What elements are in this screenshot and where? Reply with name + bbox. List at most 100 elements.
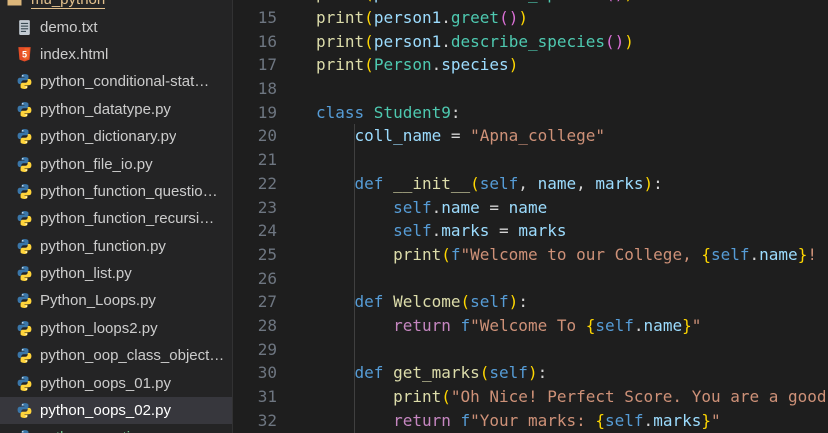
file-label: python_loops2.py bbox=[40, 319, 158, 337]
code-line-17[interactable]: 17 print(Person.species) bbox=[233, 53, 828, 77]
sidebar-item-python-oop-class-object[interactable]: python_oop_class_object… bbox=[0, 342, 232, 369]
python-icon bbox=[16, 265, 33, 282]
code-text: print(Person.species) bbox=[316, 55, 519, 75]
line-number[interactable]: 18 bbox=[233, 77, 277, 101]
sidebar-item-python-file-io-py[interactable]: python_file_io.py bbox=[0, 150, 232, 177]
line-number[interactable]: 23 bbox=[233, 196, 277, 220]
python-icon bbox=[16, 210, 33, 227]
file-label: index.html bbox=[40, 45, 109, 63]
line-number[interactable]: 30 bbox=[233, 361, 277, 385]
file-label: python_datatype.py bbox=[40, 100, 171, 118]
line-number[interactable]: 15 bbox=[233, 6, 277, 30]
line-number[interactable]: 29 bbox=[233, 338, 277, 362]
python-icon bbox=[16, 347, 33, 364]
line-number[interactable]: 16 bbox=[233, 30, 277, 54]
svg-text:5: 5 bbox=[22, 49, 27, 59]
line-number[interactable]: 19 bbox=[233, 101, 277, 125]
file-label: python_oops_02.py bbox=[40, 402, 171, 420]
code-line-21[interactable]: 21 bbox=[233, 148, 828, 172]
sidebar-item-python-function-py[interactable]: python_function.py bbox=[0, 233, 232, 260]
line-number[interactable]: 32 bbox=[233, 409, 277, 433]
code-text: self.name = name bbox=[393, 197, 548, 217]
line-number[interactable]: 17 bbox=[233, 53, 277, 77]
python-icon bbox=[16, 375, 33, 392]
file-label: python_conditional-stat… bbox=[40, 73, 210, 91]
python-icon bbox=[16, 320, 33, 337]
sidebar-item-python-loops-py[interactable]: Python_Loops.py bbox=[0, 287, 232, 314]
sidebar-item-python-function-recursi[interactable]: python_function_recursi… bbox=[0, 205, 232, 232]
code-text: def Welcome(self): bbox=[354, 292, 528, 312]
code-line-32[interactable]: 32 return f"Your marks: {self.marks}" bbox=[233, 409, 828, 433]
code-line-22[interactable]: 22 def __init__(self, name, marks): bbox=[233, 172, 828, 196]
python-icon bbox=[16, 101, 33, 118]
file-label: demo.txt bbox=[40, 18, 98, 36]
code-editor[interactable]: 14print(person1.describe_species())15pri… bbox=[233, 0, 828, 433]
python-icon bbox=[16, 156, 33, 173]
line-number[interactable]: 28 bbox=[233, 314, 277, 338]
line-number[interactable]: 22 bbox=[233, 172, 277, 196]
html5-icon: 5 bbox=[16, 46, 33, 63]
code-line-18[interactable]: 18 bbox=[233, 77, 828, 101]
python-icon bbox=[16, 238, 33, 255]
code-line-20[interactable]: 20 coll_name = "Apna_college" bbox=[233, 124, 828, 148]
file-label: python_file_io.py bbox=[40, 155, 153, 173]
python-icon bbox=[16, 402, 33, 419]
sidebar-item-python-oops-01-py[interactable]: python_oops_01.py bbox=[0, 369, 232, 396]
code-line-28[interactable]: 28 return f"Welcome To {self.name}" bbox=[233, 314, 828, 338]
code-text: class Student9: bbox=[316, 102, 461, 122]
line-number[interactable]: 25 bbox=[233, 243, 277, 267]
code-line-19[interactable]: 19 class Student9: bbox=[233, 101, 828, 125]
file-label: python_list.py bbox=[40, 265, 132, 283]
file-label: python_dictionary.py bbox=[40, 128, 177, 146]
code-line-29[interactable]: 29 bbox=[233, 338, 828, 362]
sidebar-item-demo-txt[interactable]: demo.txt bbox=[0, 13, 232, 40]
sidebar-item-python-loops2-py[interactable]: python_loops2.py bbox=[0, 315, 232, 342]
code-text: return f"Your marks: {self.marks}" bbox=[393, 410, 721, 430]
file-list: mu_python demo.txt 5 index.html python_condi… bbox=[0, 0, 232, 433]
code-line-15[interactable]: 15 print(person1.greet()) bbox=[233, 6, 828, 30]
file-label: python_practice.py bbox=[40, 429, 166, 433]
sidebar-item-python-conditional-stat[interactable]: python_conditional-stat… bbox=[0, 68, 232, 95]
code-text: def get_marks(self): bbox=[354, 363, 548, 383]
code-text: coll_name = "Apna_college" bbox=[354, 126, 605, 146]
code-line-26[interactable]: 26 bbox=[233, 267, 828, 291]
file-label: mu_python bbox=[31, 0, 106, 9]
python-icon bbox=[16, 73, 33, 90]
sidebar-item-index-html[interactable]: 5 index.html bbox=[0, 41, 232, 68]
sidebar-item-python-practice-py[interactable]: python_practice.py bbox=[0, 424, 232, 433]
file-label: python_function_questio… bbox=[40, 182, 218, 200]
sidebar-item-python-function-questio[interactable]: python_function_questio… bbox=[0, 178, 232, 205]
text-file-icon bbox=[16, 19, 33, 36]
sidebar-item-python-oops-02-py[interactable]: python_oops_02.py bbox=[0, 396, 232, 425]
code-line-16[interactable]: 16 print(person1.describe_species()) bbox=[233, 30, 828, 54]
code-line-30[interactable]: 30 def get_marks(self): bbox=[233, 361, 828, 385]
sidebar-item-python-dictionary-py[interactable]: python_dictionary.py bbox=[0, 123, 232, 150]
line-number[interactable]: 20 bbox=[233, 124, 277, 148]
line-number[interactable]: 21 bbox=[233, 148, 277, 172]
folder-icon bbox=[5, 0, 24, 8]
python-icon bbox=[16, 292, 33, 309]
file-label: python_function_recursi… bbox=[40, 210, 215, 228]
sidebar-item-mu-python[interactable]: mu_python bbox=[0, 0, 232, 13]
line-number[interactable]: 26 bbox=[233, 267, 277, 291]
vscode-window: mu_python demo.txt 5 index.html python_condi… bbox=[0, 0, 828, 433]
code-text: self.marks = marks bbox=[393, 221, 567, 241]
code-text: return f"Welcome To {self.name}" bbox=[393, 315, 702, 335]
file-label: Python_Loops.py bbox=[40, 292, 156, 310]
code-line-23[interactable]: 23 self.name = name bbox=[233, 196, 828, 220]
code-line-27[interactable]: 27 def Welcome(self): bbox=[233, 290, 828, 314]
code-line-25[interactable]: 25 print(f"Welcome to our College, {self… bbox=[233, 243, 828, 267]
code-text: print("Oh Nice! Perfect Score. You are a… bbox=[393, 387, 827, 406]
code-text: def __init__(self, name, marks): bbox=[354, 173, 663, 193]
line-number[interactable]: 27 bbox=[233, 290, 277, 314]
sidebar-item-python-list-py[interactable]: python_list.py bbox=[0, 260, 232, 287]
file-label: python_function.py bbox=[40, 237, 166, 255]
code-line-31[interactable]: 31 print("Oh Nice! Perfect Score. You ar… bbox=[233, 385, 828, 409]
line-number[interactable]: 31 bbox=[233, 385, 277, 409]
code-line-24[interactable]: 24 self.marks = marks bbox=[233, 219, 828, 243]
file-label: python_oop_class_object… bbox=[40, 347, 225, 365]
sidebar-item-python-datatype-py[interactable]: python_datatype.py bbox=[0, 96, 232, 123]
code-text: print(person1.describe_species()) bbox=[316, 31, 634, 51]
file-label: python_oops_01.py bbox=[40, 374, 171, 392]
line-number[interactable]: 24 bbox=[233, 219, 277, 243]
